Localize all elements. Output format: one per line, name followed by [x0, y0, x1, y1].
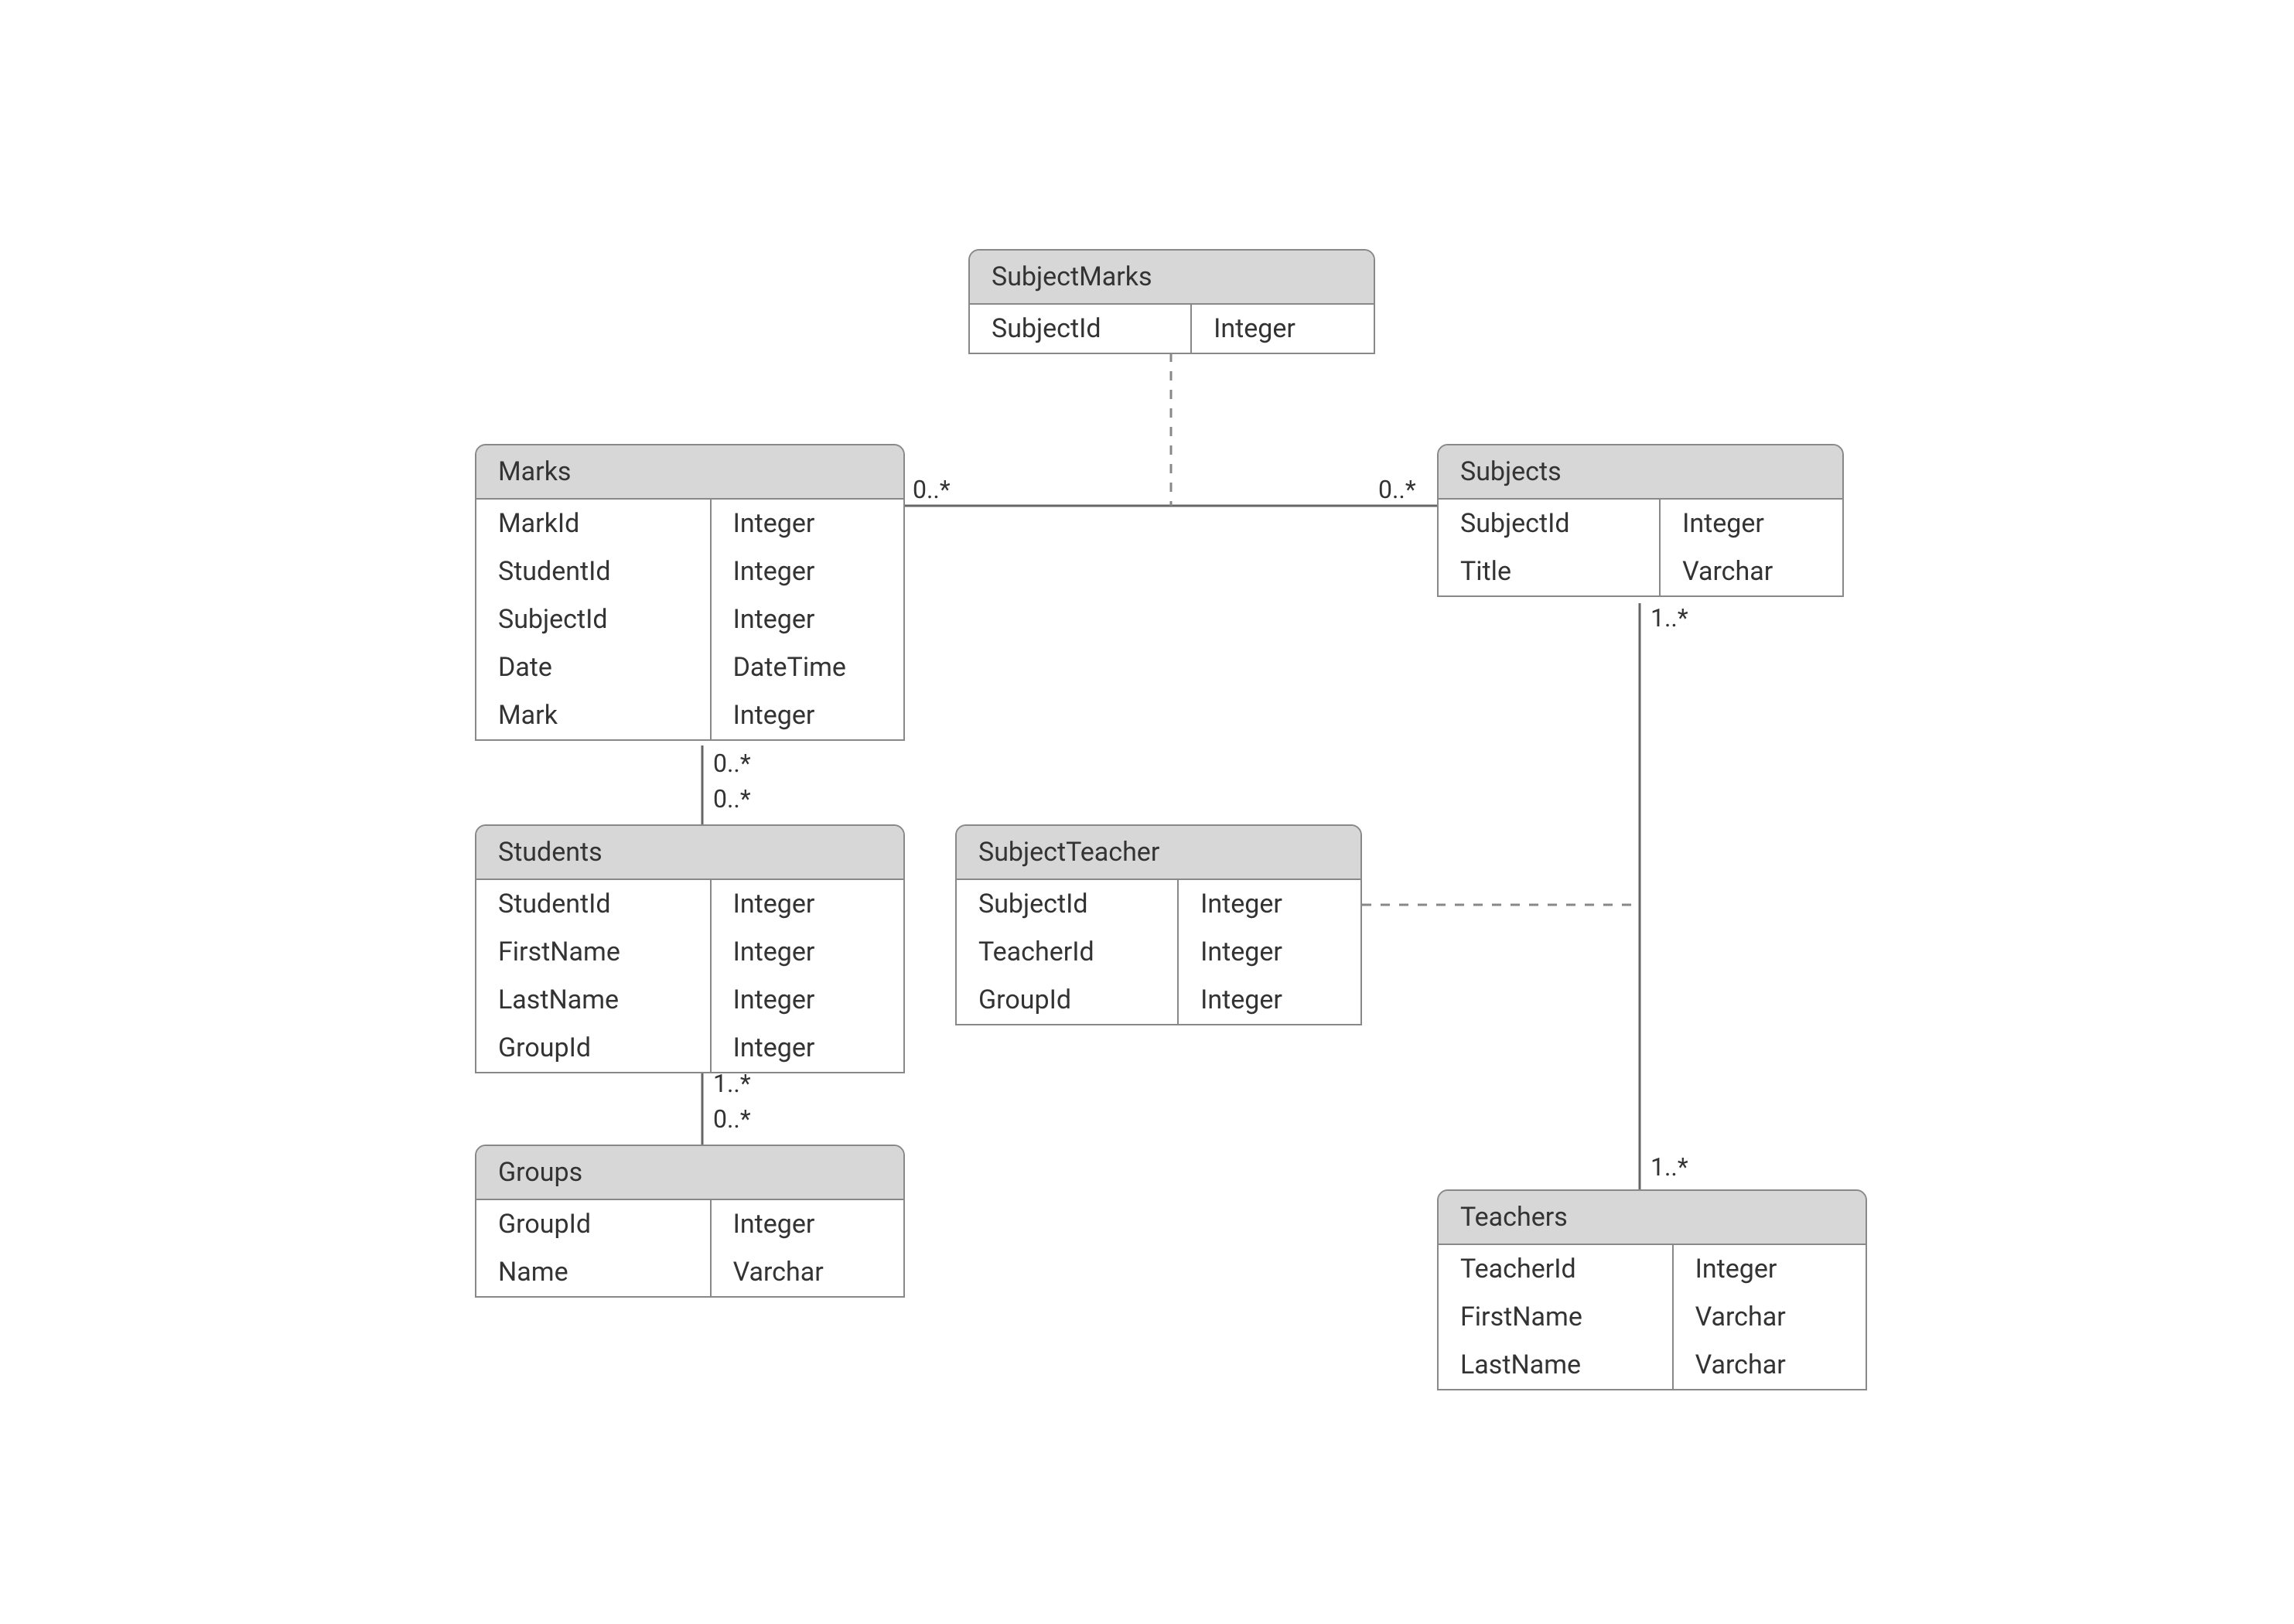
table-row: StudentId Integer [476, 548, 903, 595]
attr-type: Integer [1661, 500, 1842, 548]
table-row: GroupId Integer [476, 1200, 903, 1248]
attr-name: StudentId [476, 548, 712, 595]
table-row: TeacherId Integer [957, 928, 1360, 976]
multiplicity-label: 0..* [913, 475, 951, 504]
entity-groups: Groups GroupId Integer Name Varchar [475, 1145, 905, 1298]
connectors-layer [0, 0, 2294, 1624]
table-row: Name Varchar [476, 1248, 903, 1296]
multiplicity-label: 0..* [713, 1104, 751, 1134]
attr-type: Integer [712, 1200, 903, 1248]
entity-students: Students StudentId Integer FirstName Int… [475, 824, 905, 1073]
attr-name: GroupId [476, 1024, 712, 1072]
attr-type: Varchar [712, 1248, 903, 1296]
table-row: SubjectId Integer [957, 880, 1360, 928]
entity-title: Students [476, 826, 903, 880]
table-row: Title Varchar [1439, 548, 1842, 595]
multiplicity-label: 1..* [1651, 1152, 1688, 1182]
entity-subjectteacher: SubjectTeacher SubjectId Integer Teacher… [955, 824, 1362, 1025]
attr-name: SubjectId [1439, 500, 1661, 548]
attr-type: Integer [1674, 1245, 1866, 1293]
attr-name: FirstName [476, 928, 712, 976]
attr-type: Varchar [1674, 1341, 1866, 1389]
table-row: Date DateTime [476, 643, 903, 691]
attr-type: Varchar [1661, 548, 1842, 595]
attr-name: SubjectId [970, 305, 1192, 353]
attr-type: Integer [712, 500, 903, 548]
attr-name: LastName [476, 976, 712, 1024]
attr-name: Date [476, 643, 712, 691]
attr-name: GroupId [476, 1200, 712, 1248]
table-row: TeacherId Integer [1439, 1245, 1866, 1293]
attr-type: Integer [712, 595, 903, 643]
attr-name: Name [476, 1248, 712, 1296]
attr-type: Varchar [1674, 1293, 1866, 1341]
multiplicity-label: 1..* [1651, 603, 1688, 633]
attr-type: Integer [712, 548, 903, 595]
multiplicity-label: 0..* [713, 749, 751, 778]
multiplicity-label: 0..* [1378, 475, 1416, 504]
table-row: FirstName Varchar [1439, 1293, 1866, 1341]
attr-type: Integer [1192, 305, 1374, 353]
table-row: SubjectId Integer [970, 305, 1374, 353]
table-row: GroupId Integer [957, 976, 1360, 1024]
attr-type: Integer [712, 880, 903, 928]
entity-title: Teachers [1439, 1191, 1866, 1245]
table-row: LastName Integer [476, 976, 903, 1024]
attr-type: Integer [712, 928, 903, 976]
attr-type: Integer [712, 691, 903, 739]
er-diagram-canvas: SubjectMarks SubjectId Integer Marks Mar… [0, 0, 2294, 1624]
table-row: Mark Integer [476, 691, 903, 739]
attr-type: Integer [1179, 880, 1360, 928]
attr-type: DateTime [712, 643, 903, 691]
table-row: StudentId Integer [476, 880, 903, 928]
attr-name: Mark [476, 691, 712, 739]
attr-name: FirstName [1439, 1293, 1674, 1341]
attr-type: Integer [712, 976, 903, 1024]
attr-name: TeacherId [957, 928, 1179, 976]
table-row: SubjectId Integer [476, 595, 903, 643]
entity-title: Subjects [1439, 445, 1842, 500]
attr-name: GroupId [957, 976, 1179, 1024]
attr-type: Integer [712, 1024, 903, 1072]
attr-name: SubjectId [957, 880, 1179, 928]
table-row: GroupId Integer [476, 1024, 903, 1072]
attr-name: TeacherId [1439, 1245, 1674, 1293]
table-row: LastName Varchar [1439, 1341, 1866, 1389]
table-row: MarkId Integer [476, 500, 903, 548]
multiplicity-label: 0..* [713, 784, 751, 814]
attr-name: Title [1439, 548, 1661, 595]
entity-title: SubjectMarks [970, 251, 1374, 305]
attr-type: Integer [1179, 928, 1360, 976]
attr-name: SubjectId [476, 595, 712, 643]
attr-type: Integer [1179, 976, 1360, 1024]
entity-marks: Marks MarkId Integer StudentId Integer S… [475, 444, 905, 741]
entity-title: SubjectTeacher [957, 826, 1360, 880]
attr-name: MarkId [476, 500, 712, 548]
table-row: FirstName Integer [476, 928, 903, 976]
attr-name: LastName [1439, 1341, 1674, 1389]
multiplicity-label: 1..* [713, 1069, 751, 1098]
entity-teachers: Teachers TeacherId Integer FirstName Var… [1437, 1189, 1867, 1390]
entity-title: Marks [476, 445, 903, 500]
attr-name: StudentId [476, 880, 712, 928]
entity-title: Groups [476, 1146, 903, 1200]
entity-subjectmarks: SubjectMarks SubjectId Integer [968, 249, 1375, 354]
table-row: SubjectId Integer [1439, 500, 1842, 548]
entity-subjects: Subjects SubjectId Integer Title Varchar [1437, 444, 1844, 597]
